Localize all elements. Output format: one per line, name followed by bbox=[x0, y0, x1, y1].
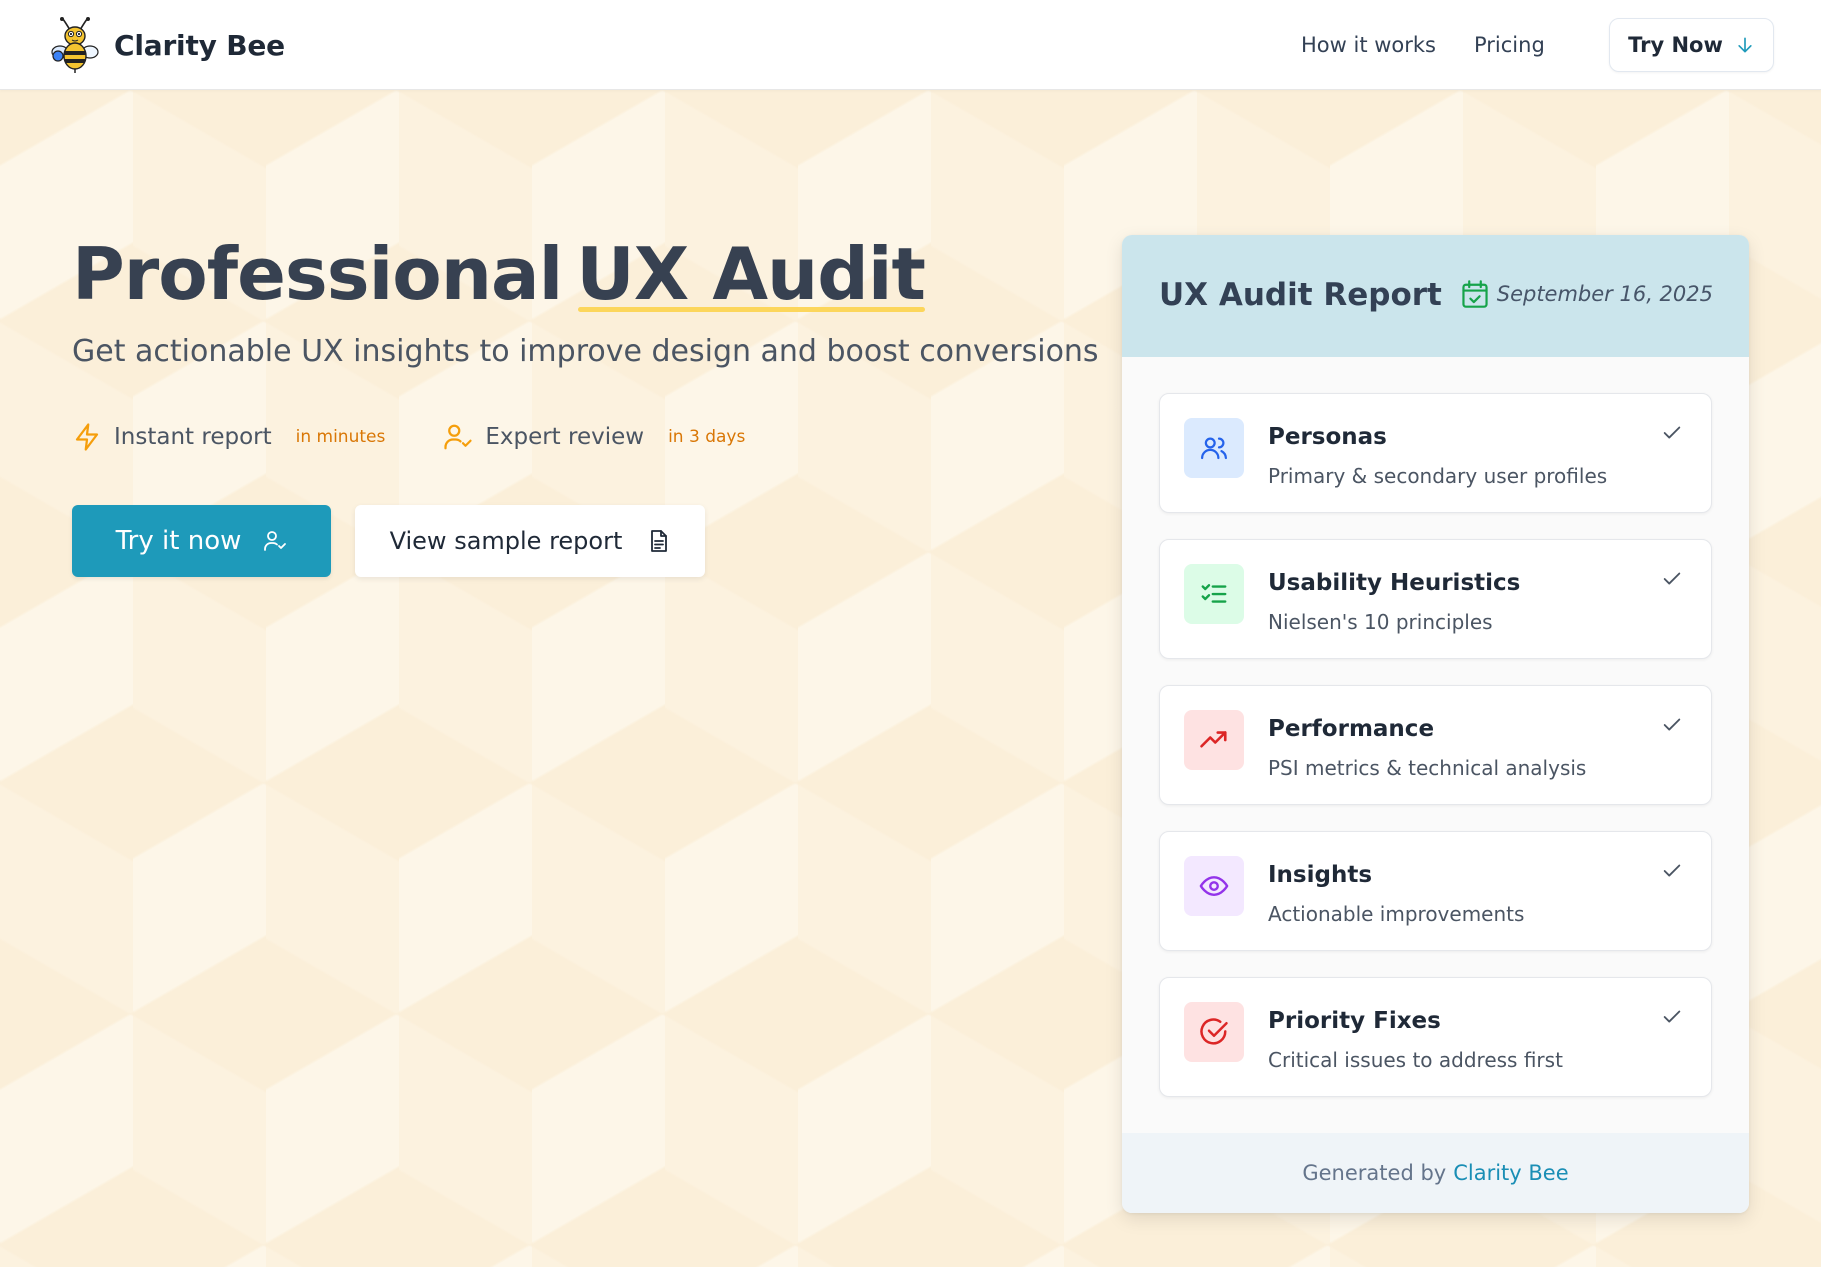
item-title: Insights bbox=[1268, 862, 1373, 888]
nav-how-it-works[interactable]: How it works bbox=[1301, 33, 1436, 57]
item-description: Nielsen's 10 principles bbox=[1268, 610, 1493, 634]
item-icon-box bbox=[1184, 564, 1244, 624]
hero-subtitle: Get actionable UX insights to improve de… bbox=[72, 334, 1099, 369]
report-item-personas[interactable]: Personas Primary & secondary user profil… bbox=[1159, 393, 1712, 513]
check-icon bbox=[1663, 426, 1681, 439]
item-description: PSI metrics & technical analysis bbox=[1268, 756, 1587, 780]
user-check-icon bbox=[444, 424, 472, 450]
checklist-icon bbox=[1201, 584, 1227, 603]
brand-name: Clarity Bee bbox=[114, 28, 285, 62]
try-now-button[interactable]: Try Now bbox=[1609, 18, 1774, 72]
item-description: Critical issues to address first bbox=[1268, 1048, 1563, 1072]
report-item-insights[interactable]: Insights Actionable improvements bbox=[1159, 831, 1712, 951]
calendar-check-icon bbox=[1462, 280, 1488, 308]
hero-title-highlight: UX Audit bbox=[576, 232, 926, 316]
try-it-now-label: Try it now bbox=[115, 526, 242, 556]
users-icon bbox=[1201, 437, 1227, 460]
report-item-usability-heuristics[interactable]: Usability Heuristics Nielsen's 10 princi… bbox=[1159, 539, 1712, 659]
item-icon-box bbox=[1184, 856, 1244, 916]
report-item-priority-fixes[interactable]: Priority Fixes Critical issues to addres… bbox=[1159, 977, 1712, 1097]
hero-title-part1: Professional bbox=[72, 232, 563, 316]
feature-instant-report: Instant report in minutes bbox=[72, 422, 385, 452]
user-check-icon bbox=[264, 531, 287, 551]
document-icon bbox=[651, 530, 668, 552]
report-card-header: UX Audit Report September 16, 2025 bbox=[1122, 235, 1749, 357]
top-navbar: Clarity Bee How it works Pricing Try Now bbox=[0, 0, 1821, 90]
arrow-down-icon bbox=[1738, 37, 1752, 53]
footer-brand-link[interactable]: Clarity Bee bbox=[1453, 1161, 1568, 1185]
feature-list: Instant report in minutes Expert review … bbox=[72, 422, 745, 452]
report-date: September 16, 2025 bbox=[1461, 279, 1713, 309]
item-title: Priority Fixes bbox=[1268, 1008, 1441, 1034]
bee-logo-icon bbox=[51, 17, 99, 73]
check-icon bbox=[1663, 718, 1681, 731]
item-description: Primary & secondary user profiles bbox=[1268, 464, 1608, 488]
feature-badge: in minutes bbox=[295, 427, 386, 447]
trending-up-icon bbox=[1200, 731, 1227, 748]
check-icon bbox=[1663, 1010, 1681, 1023]
eye-icon bbox=[1199, 876, 1229, 896]
item-title: Personas bbox=[1268, 424, 1387, 450]
check-icon bbox=[1663, 864, 1681, 877]
item-icon-box bbox=[1184, 710, 1244, 770]
try-it-now-button[interactable]: Try it now bbox=[72, 505, 331, 577]
feature-label: Instant report bbox=[114, 424, 272, 450]
item-icon-box bbox=[1184, 1002, 1244, 1062]
hero-title: Professional UX Audit bbox=[72, 232, 926, 316]
report-title: UX Audit Report bbox=[1159, 277, 1442, 313]
nav-pricing[interactable]: Pricing bbox=[1474, 33, 1545, 57]
item-icon-box bbox=[1184, 418, 1244, 478]
target-check-icon bbox=[1200, 1018, 1228, 1045]
feature-expert-review: Expert review in 3 days bbox=[443, 422, 745, 452]
lightning-icon bbox=[75, 423, 99, 451]
view-sample-report-button[interactable]: View sample report bbox=[355, 505, 705, 577]
check-icon bbox=[1663, 572, 1681, 585]
report-card-footer: Generated by Clarity Bee bbox=[1122, 1133, 1749, 1213]
audit-report-card: UX Audit Report September 16, 2025 Perso… bbox=[1122, 235, 1749, 1213]
item-title: Usability Heuristics bbox=[1268, 570, 1521, 596]
report-date-text: September 16, 2025 bbox=[1496, 282, 1713, 306]
footer-prefix: Generated by bbox=[1302, 1161, 1447, 1185]
feature-badge: in 3 days bbox=[668, 427, 746, 447]
feature-label: Expert review bbox=[485, 424, 645, 450]
report-item-performance[interactable]: Performance PSI metrics & technical anal… bbox=[1159, 685, 1712, 805]
item-title: Performance bbox=[1268, 716, 1435, 742]
view-sample-report-label: View sample report bbox=[389, 527, 623, 555]
brand-logo[interactable]: Clarity Bee bbox=[50, 16, 285, 74]
try-now-label: Try Now bbox=[1628, 33, 1723, 57]
item-description: Actionable improvements bbox=[1268, 902, 1525, 926]
